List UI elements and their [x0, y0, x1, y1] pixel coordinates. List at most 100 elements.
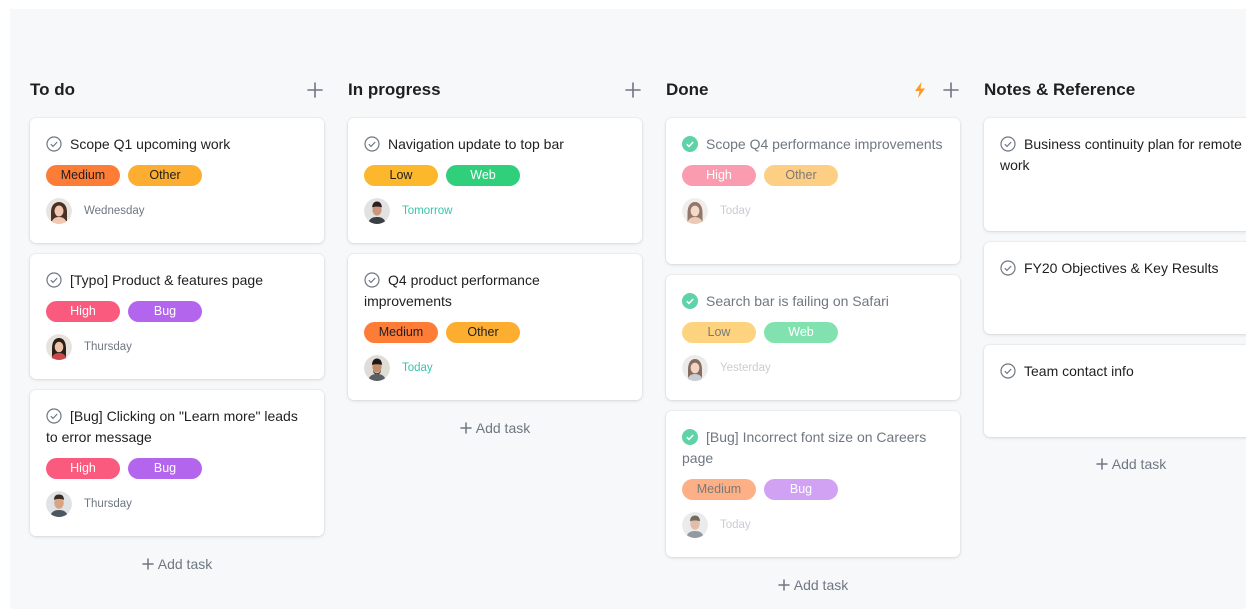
avatar[interactable]	[682, 355, 708, 381]
task-card[interactable]: Q4 product performance improvements Medi…	[348, 254, 642, 400]
card-meta: Thursday	[46, 334, 308, 360]
column-header: Done	[666, 79, 960, 101]
task-card[interactable]: [Typo] Product & features page High Bug …	[30, 254, 324, 379]
avatar[interactable]	[682, 198, 708, 224]
add-task-label: Add task	[793, 577, 849, 593]
avatar[interactable]	[364, 355, 390, 381]
check-circle-icon[interactable]	[1000, 363, 1016, 379]
avatar[interactable]	[46, 491, 72, 517]
priority-tag: Medium	[46, 165, 120, 186]
add-task-button[interactable]: Add task	[348, 420, 642, 436]
card-meta: Tomorrow	[364, 198, 626, 224]
add-task-button[interactable]: Add task	[30, 556, 324, 572]
avatar[interactable]	[46, 334, 72, 360]
type-tag: Other	[764, 165, 838, 186]
task-title: FY20 Objectives & Key Results	[1024, 260, 1219, 276]
tag-list: Medium Other	[46, 165, 308, 186]
column-header: In progress	[348, 79, 642, 101]
task-card[interactable]: Team contact info	[984, 345, 1246, 437]
due-date: Today	[720, 205, 751, 217]
plus-icon	[1096, 458, 1108, 470]
lightning-bolt-icon[interactable]	[912, 81, 928, 99]
check-circle-icon[interactable]	[46, 136, 62, 152]
avatar[interactable]	[46, 198, 72, 224]
tag-list: Medium Bug	[682, 479, 944, 500]
task-card[interactable]: Business continuity plan for remote work	[984, 118, 1246, 231]
add-task-label: Add task	[157, 556, 213, 572]
card-meta: Today	[364, 355, 626, 381]
type-tag: Bug	[128, 458, 202, 479]
board: To do Scope Q1 upcoming work Medium Othe…	[10, 9, 1246, 609]
type-tag: Web	[446, 165, 520, 186]
plus-icon[interactable]	[942, 81, 960, 99]
card-meta: Today	[682, 198, 944, 224]
card-meta: Yesterday	[682, 355, 944, 381]
plus-icon[interactable]	[306, 81, 324, 99]
task-title: Search bar is failing on Safari	[706, 293, 889, 309]
task-title: Scope Q1 upcoming work	[70, 136, 231, 152]
type-tag: Bug	[128, 301, 202, 322]
due-date: Wednesday	[84, 205, 145, 217]
task-title: Q4 product performance improvements	[364, 272, 540, 309]
task-card[interactable]: Search bar is failing on Safari Low Web …	[666, 275, 960, 400]
priority-tag: Low	[682, 322, 756, 343]
add-task-button[interactable]: Add task	[666, 577, 960, 593]
column-title: In progress	[348, 80, 441, 99]
column-title: To do	[30, 80, 75, 99]
plus-icon	[142, 558, 154, 570]
tag-list: Low Web	[364, 165, 626, 186]
due-date: Tomorrow	[402, 205, 453, 217]
task-card[interactable]: [Bug] Incorrect font size on Careers pag…	[666, 411, 960, 557]
check-circle-icon[interactable]	[1000, 260, 1016, 276]
task-title: Team contact info	[1024, 363, 1134, 379]
plus-icon	[460, 422, 472, 434]
column-header: To do	[30, 79, 324, 101]
priority-tag: High	[682, 165, 756, 186]
avatar[interactable]	[364, 198, 390, 224]
priority-tag: Medium	[364, 322, 438, 343]
add-task-button[interactable]: Add task	[984, 456, 1246, 472]
type-tag: Other	[446, 322, 520, 343]
task-card[interactable]: Scope Q1 upcoming work Medium Other Wedn…	[30, 118, 324, 243]
check-circle-icon[interactable]	[364, 136, 380, 152]
priority-tag: Medium	[682, 479, 756, 500]
task-title: Navigation update to top bar	[388, 136, 564, 152]
plus-icon[interactable]	[624, 81, 642, 99]
task-title: [Bug] Incorrect font size on Careers pag…	[682, 429, 927, 466]
add-task-label: Add task	[1111, 456, 1167, 472]
task-card[interactable]: Scope Q4 performance improvements High O…	[666, 118, 960, 264]
due-date: Thursday	[84, 498, 132, 510]
tag-list: High Bug	[46, 458, 308, 479]
due-date: Today	[720, 519, 751, 531]
type-tag: Web	[764, 322, 838, 343]
add-task-label: Add task	[475, 420, 531, 436]
tag-list: High Bug	[46, 301, 308, 322]
avatar[interactable]	[682, 512, 708, 538]
plus-icon	[778, 579, 790, 591]
type-tag: Other	[128, 165, 202, 186]
priority-tag: High	[46, 301, 120, 322]
check-circle-filled-icon[interactable]	[682, 136, 698, 152]
task-card[interactable]: FY20 Objectives & Key Results	[984, 242, 1246, 334]
tag-list: Medium Other	[364, 322, 626, 343]
due-date: Thursday	[84, 341, 132, 353]
task-card[interactable]: Navigation update to top bar Low Web Tom…	[348, 118, 642, 243]
check-circle-icon[interactable]	[1000, 136, 1016, 152]
check-circle-icon[interactable]	[46, 272, 62, 288]
check-circle-filled-icon[interactable]	[682, 429, 698, 445]
column-title: Notes & Reference	[984, 80, 1136, 99]
priority-tag: High	[46, 458, 120, 479]
task-title: [Typo] Product & features page	[70, 272, 264, 288]
card-meta: Thursday	[46, 491, 308, 517]
card-meta: Today	[682, 512, 944, 538]
due-date: Yesterday	[720, 362, 771, 374]
card-meta: Wednesday	[46, 198, 308, 224]
due-date: Today	[402, 362, 433, 374]
tag-list: Low Web	[682, 322, 944, 343]
check-circle-filled-icon[interactable]	[682, 293, 698, 309]
check-circle-icon[interactable]	[364, 272, 380, 288]
task-title: Business continuity plan for remote work	[1000, 136, 1242, 173]
task-card[interactable]: [Bug] Clicking on "Learn more" leads to …	[30, 390, 324, 536]
task-title: Scope Q4 performance improvements	[706, 136, 943, 152]
check-circle-icon[interactable]	[46, 408, 62, 424]
